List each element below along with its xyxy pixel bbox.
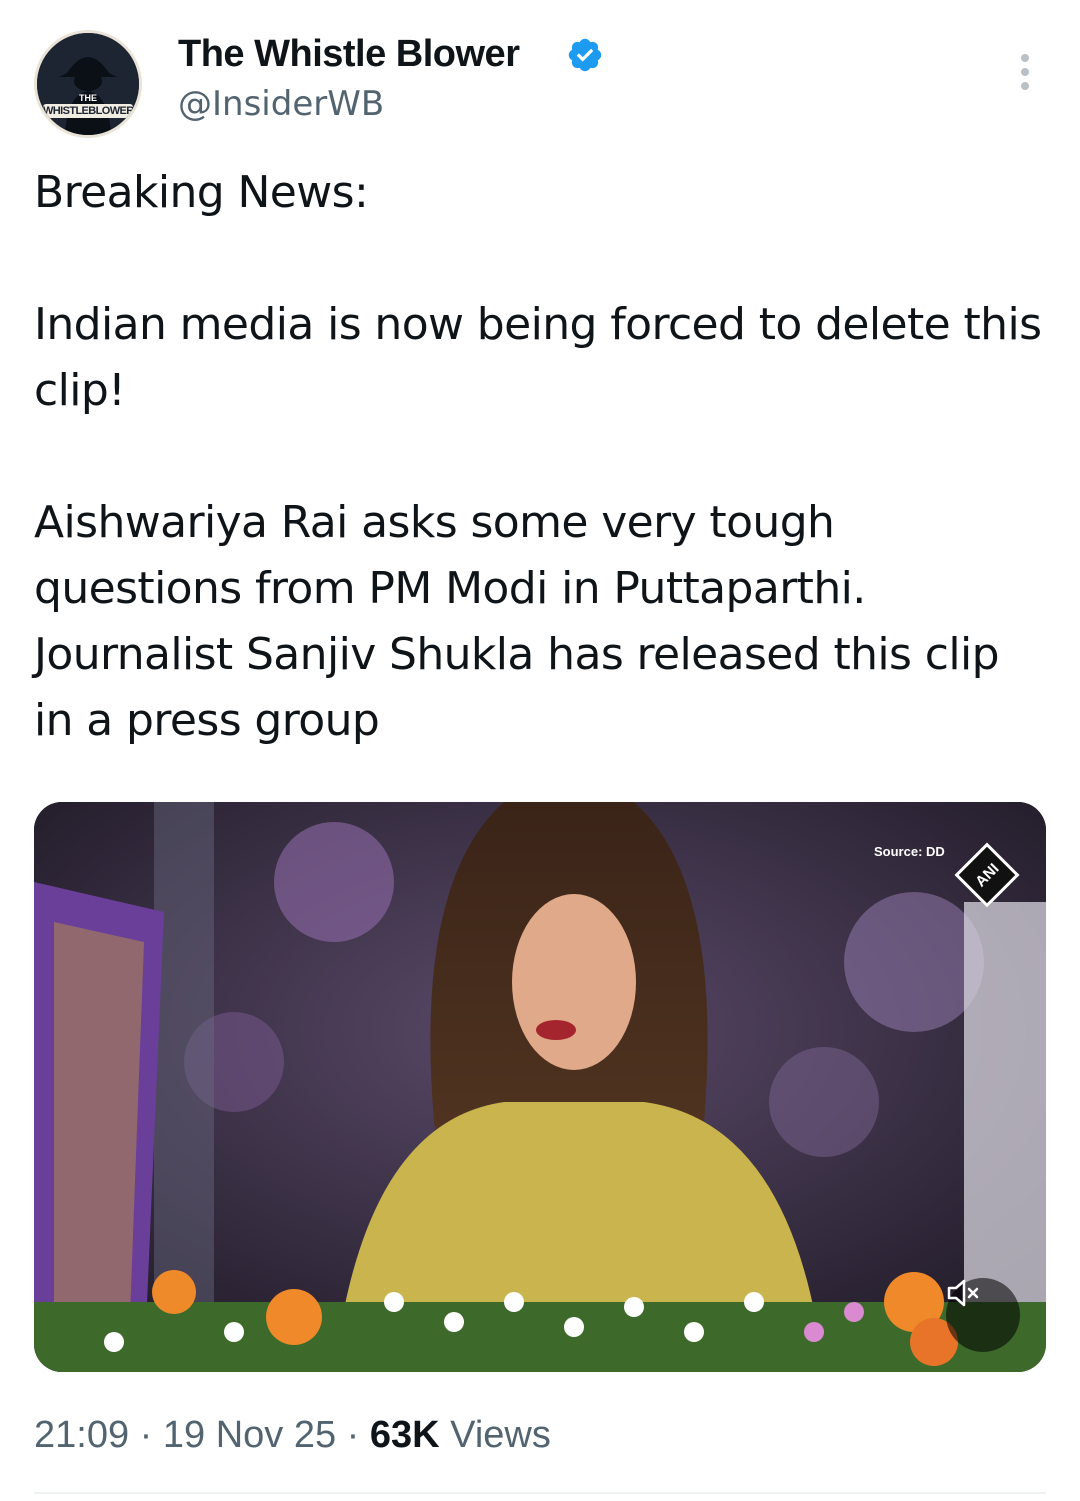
divider (34, 1492, 1046, 1494)
tweet-time[interactable]: 21:09 (34, 1414, 129, 1456)
author-handle[interactable]: @InsiderWB (178, 82, 384, 126)
video-source-label: Source: DD (874, 844, 945, 859)
avatar[interactable]: THE WHISTLEBLOWER (34, 30, 142, 138)
author-display-name[interactable]: The Whistle Blower (178, 30, 520, 78)
muted-speaker-icon[interactable] (946, 1278, 1020, 1352)
verified-badge-icon (568, 38, 602, 72)
tweet-date[interactable]: 19 Nov 25 (163, 1414, 336, 1456)
speaker-glyph (947, 1279, 979, 1307)
meta-separator: · (139, 1414, 153, 1456)
meta-separator: · (346, 1414, 360, 1456)
tweet-paragraph: Indian media is now being forced to dele… (34, 299, 1042, 416)
video-player[interactable]: Source: DD ANI (34, 802, 1046, 1372)
tweet-paragraph: Breaking News: (34, 167, 369, 218)
avatar-figure-icon (37, 33, 139, 135)
more-dot (1021, 54, 1029, 62)
more-options-icon[interactable] (1010, 50, 1040, 90)
tweet-paragraph: Aishwariya Rai asks some very tough ques… (34, 497, 1000, 746)
tweet-header: THE WHISTLEBLOWER The Whistle Blower @In… (0, 0, 1080, 150)
views-label: Views (450, 1414, 551, 1456)
more-dot (1021, 82, 1029, 90)
tweet-metadata: 21:09 · 19 Nov 25 · 63K Views (34, 1410, 551, 1460)
tweet-text: Breaking News: Indian media is now being… (34, 160, 1044, 754)
views-count: 63K (369, 1414, 440, 1456)
avatar-text-bottom: WHISTLEBLOWER (43, 104, 134, 118)
video-frame (34, 802, 1046, 1372)
avatar-text-top: THE (79, 93, 97, 103)
more-dot (1021, 68, 1029, 76)
